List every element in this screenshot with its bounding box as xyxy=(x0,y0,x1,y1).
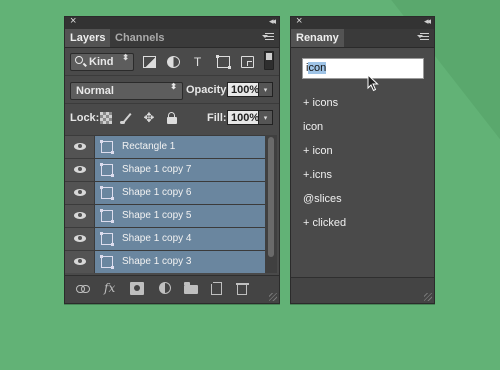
rename-input[interactable]: icon xyxy=(302,58,424,79)
suggestion-item[interactable]: + icon xyxy=(303,145,333,157)
layers-footer-toolbar: fx xyxy=(65,275,279,303)
layer-row[interactable]: Shape 1 copy 3 xyxy=(65,250,265,273)
opacity-dropdown-button[interactable]: ▾ xyxy=(259,82,273,97)
pixel-filter-icon[interactable] xyxy=(143,56,156,68)
lock-pixels-brush-icon[interactable] xyxy=(120,112,132,124)
panel-titlebar: × ◂◂ xyxy=(291,15,434,29)
lock-transparency-icon[interactable] xyxy=(100,112,112,124)
suggestion-item[interactable]: + clicked xyxy=(303,217,346,229)
renamy-panel: × ◂◂ Renamy icon + icons icon + icon +.i… xyxy=(290,15,435,304)
eye-icon[interactable] xyxy=(65,136,95,158)
new-layer-icon[interactable] xyxy=(208,279,222,295)
layers-panel: × ◂◂ Layers Channels Kind ⬍ T Normal ⬍ O… xyxy=(64,15,280,304)
layer-name: Shape 1 copy 3 xyxy=(122,256,192,267)
fill-input[interactable]: 100% xyxy=(227,110,259,125)
suggestion-item[interactable]: + icons xyxy=(303,97,338,109)
layer-selection-highlight xyxy=(95,136,265,158)
layer-row[interactable]: Shape 1 copy 5 xyxy=(65,204,265,227)
divider xyxy=(65,103,279,104)
mouse-pointer-icon xyxy=(367,74,379,92)
tab-bar: Layers Channels xyxy=(65,29,279,48)
lock-position-icon[interactable]: ✥ xyxy=(143,111,155,124)
collapse-icon[interactable]: ◂◂ xyxy=(269,16,276,27)
layers-list: Rectangle 1 Shape 1 copy 7 Shape 1 copy … xyxy=(65,135,265,273)
opacity-label: Opacity: xyxy=(186,84,231,96)
lock-all-icon[interactable] xyxy=(166,112,178,124)
scrollbar-thumb[interactable] xyxy=(268,137,274,257)
add-mask-icon[interactable] xyxy=(130,282,144,295)
layer-name: Shape 1 copy 4 xyxy=(122,233,192,244)
filter-kind-label: Kind xyxy=(89,56,114,68)
new-group-folder-icon[interactable] xyxy=(184,282,198,294)
new-adjustment-layer-icon[interactable] xyxy=(159,282,171,294)
divider xyxy=(65,75,279,76)
tab-bar: Renamy xyxy=(291,29,434,48)
eye-icon[interactable] xyxy=(65,251,95,273)
layer-row[interactable]: Shape 1 copy 6 xyxy=(65,181,265,204)
panel-menu-icon[interactable] xyxy=(417,33,429,43)
panel-titlebar: × ◂◂ xyxy=(65,15,279,29)
renamy-footer xyxy=(291,277,434,303)
layer-style-fx-icon[interactable]: fx xyxy=(104,282,118,295)
fill-label: Fill: xyxy=(207,112,227,124)
layers-scrollbar[interactable] xyxy=(265,135,277,273)
close-icon[interactable]: × xyxy=(296,15,302,27)
search-icon xyxy=(75,56,83,64)
shape-layer-thumbnail-icon xyxy=(100,209,114,223)
select-arrows-icon: ⬍ xyxy=(122,53,129,62)
tab-layers[interactable]: Layers xyxy=(65,29,111,47)
suggestion-item[interactable]: @slices xyxy=(303,193,342,205)
resize-grip-icon[interactable] xyxy=(424,293,432,301)
eye-icon[interactable] xyxy=(65,205,95,227)
layer-name: Shape 1 copy 6 xyxy=(122,187,192,198)
blend-row: Normal ⬍ Opacity: 100% ▾ xyxy=(65,79,279,103)
select-arrows-icon: ⬍ xyxy=(170,82,177,91)
adjustment-filter-icon[interactable] xyxy=(167,56,180,68)
shape-layer-thumbnail-icon xyxy=(100,232,114,246)
filter-row: Kind ⬍ T xyxy=(65,51,279,75)
shape-layer-thumbnail-icon xyxy=(100,255,114,269)
shape-layer-thumbnail-icon xyxy=(100,140,114,154)
lock-label: Lock: xyxy=(70,112,100,124)
panel-menu-icon[interactable] xyxy=(262,33,274,43)
tab-channels[interactable]: Channels xyxy=(110,29,170,47)
rename-input-selection: con xyxy=(308,62,327,74)
layer-name: Shape 1 copy 5 xyxy=(122,210,192,221)
lock-row: Lock: ✥ Fill: 100% ▾ xyxy=(65,107,279,131)
shape-filter-icon[interactable] xyxy=(216,55,231,69)
layer-row[interactable]: Shape 1 copy 7 xyxy=(65,158,265,181)
opacity-input[interactable]: 100% xyxy=(227,82,259,97)
eye-icon[interactable] xyxy=(65,159,95,181)
shape-layer-thumbnail-icon xyxy=(100,186,114,200)
layer-row[interactable]: Rectangle 1 xyxy=(65,135,265,158)
eye-icon[interactable] xyxy=(65,182,95,204)
delete-layer-trash-icon[interactable] xyxy=(236,282,250,295)
eye-icon[interactable] xyxy=(65,228,95,250)
layer-name: Shape 1 copy 7 xyxy=(122,164,192,175)
fill-dropdown-button[interactable]: ▾ xyxy=(259,110,273,125)
blend-mode-select[interactable]: Normal ⬍ xyxy=(70,82,183,100)
close-icon[interactable]: × xyxy=(70,15,76,27)
resize-grip-icon[interactable] xyxy=(269,293,277,301)
type-filter-icon[interactable]: T xyxy=(191,56,204,68)
filter-toggle-switch[interactable] xyxy=(264,51,274,70)
layer-row[interactable]: Shape 1 copy 4 xyxy=(65,227,265,250)
smart-object-filter-icon[interactable] xyxy=(241,56,254,68)
suggestion-item[interactable]: +.icns xyxy=(303,169,332,181)
blend-mode-value: Normal xyxy=(76,85,114,97)
collapse-icon[interactable]: ◂◂ xyxy=(424,16,431,27)
link-layers-icon[interactable] xyxy=(76,282,90,295)
suggestion-item[interactable]: icon xyxy=(303,121,323,133)
layer-name: Rectangle 1 xyxy=(122,141,176,152)
filter-kind-select[interactable]: Kind ⬍ xyxy=(70,53,134,71)
tab-renamy[interactable]: Renamy xyxy=(291,29,344,47)
shape-layer-thumbnail-icon xyxy=(100,163,114,177)
